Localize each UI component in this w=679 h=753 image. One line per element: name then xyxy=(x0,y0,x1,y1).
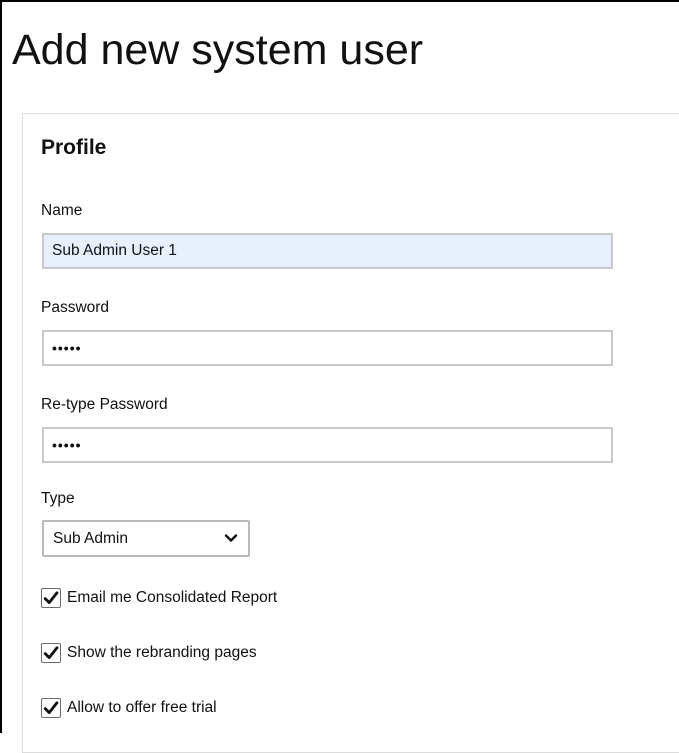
checkmark-icon xyxy=(43,591,59,604)
password-label: Password xyxy=(41,299,110,316)
checkmark-icon xyxy=(43,646,59,659)
page-title: Add new system user xyxy=(12,26,424,74)
name-input[interactable] xyxy=(42,233,613,269)
allow-free-trial-option: Allow to offer free trial xyxy=(41,697,217,719)
show-rebranding-pages-option: Show the rebranding pages xyxy=(41,642,257,664)
allow-free-trial-label[interactable]: Allow to offer free trial xyxy=(67,699,217,717)
name-label: Name xyxy=(41,202,83,219)
email-consolidated-report-label[interactable]: Email me Consolidated Report xyxy=(67,589,277,607)
email-consolidated-report-checkbox[interactable] xyxy=(41,588,61,608)
type-select[interactable]: Sub Admin xyxy=(42,520,250,557)
allow-free-trial-checkbox[interactable] xyxy=(41,698,61,718)
retype-password-label: Re-type Password xyxy=(41,396,168,413)
retype-password-input[interactable] xyxy=(42,427,613,463)
type-selected-value: Sub Admin xyxy=(53,530,128,547)
password-input[interactable] xyxy=(42,330,613,366)
email-consolidated-report-option: Email me Consolidated Report xyxy=(41,587,277,609)
chevron-down-icon xyxy=(224,534,238,542)
show-rebranding-pages-label[interactable]: Show the rebranding pages xyxy=(67,644,257,662)
checkmark-icon xyxy=(43,701,59,714)
type-label: Type xyxy=(41,490,75,507)
profile-panel: Profile Name Password Re-type Password T… xyxy=(22,113,679,753)
profile-section-title: Profile xyxy=(41,136,107,159)
show-rebranding-pages-checkbox[interactable] xyxy=(41,643,61,663)
